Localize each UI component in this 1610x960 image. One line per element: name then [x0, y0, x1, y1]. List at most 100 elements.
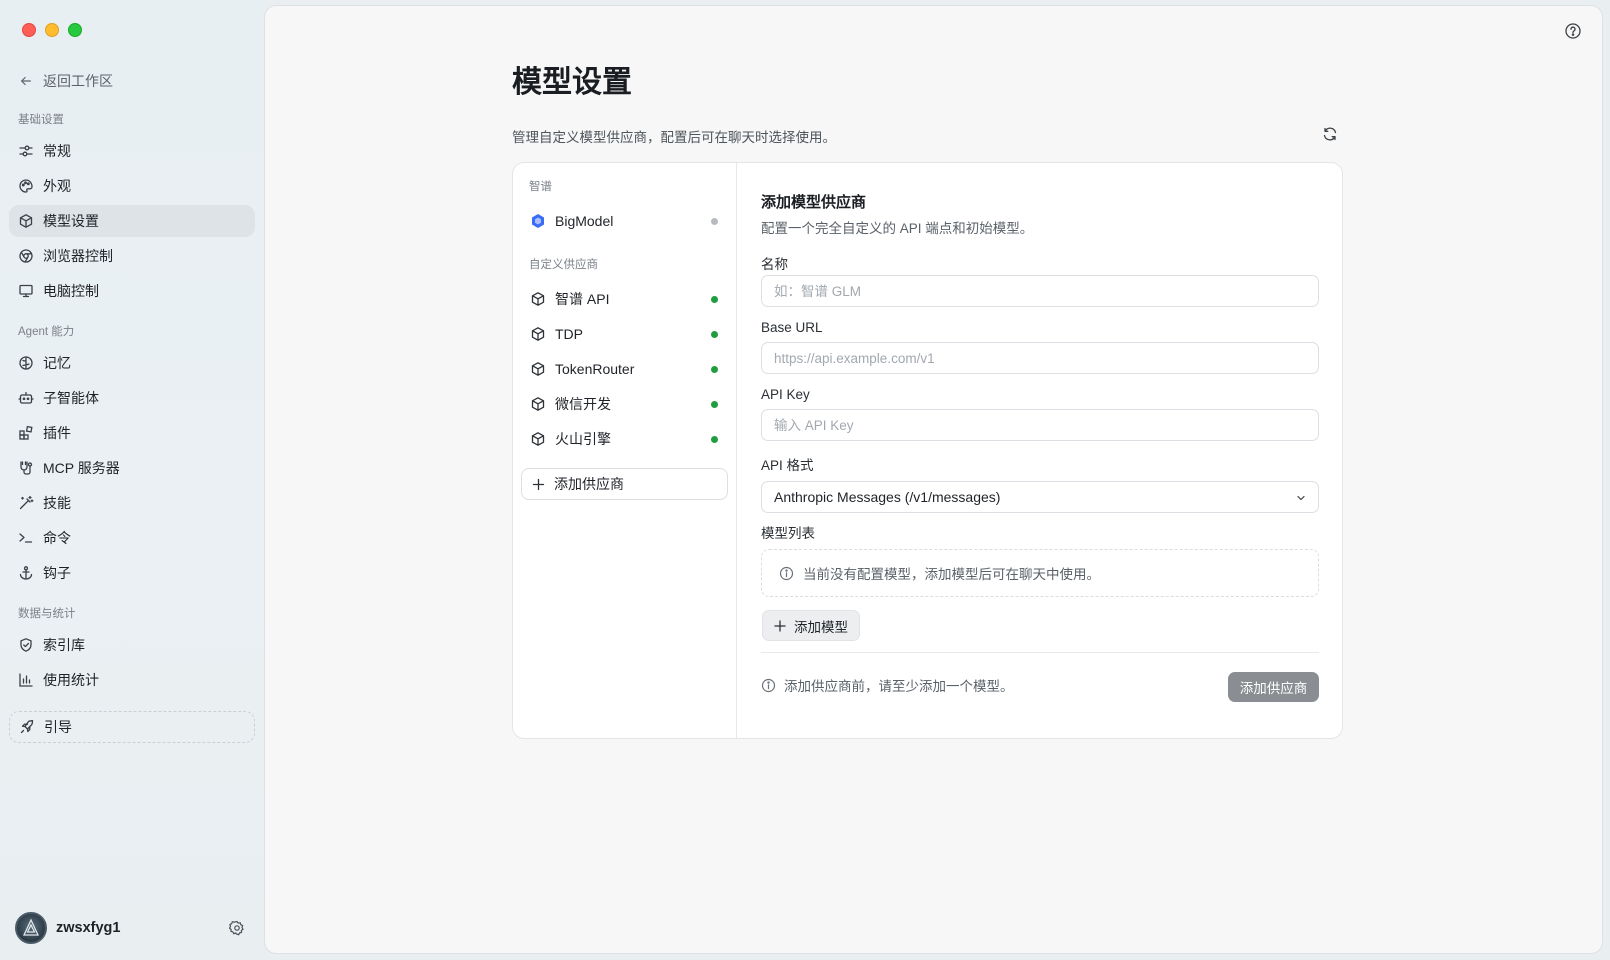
status-dot: [711, 331, 718, 338]
user-name: zwsxfyg1: [56, 920, 121, 936]
section-agent-capabilities: Agent 能力: [18, 326, 75, 338]
provider-item-tdp[interactable]: TDP: [521, 318, 728, 350]
sidebar-item-label: 索引库: [43, 637, 85, 653]
sidebar-item-general[interactable]: 常规: [9, 135, 255, 167]
name-field[interactable]: [761, 275, 1319, 307]
sidebar-item-label: 记忆: [43, 355, 71, 371]
sidebar-item-guide[interactable]: 引导: [9, 711, 255, 743]
add-provider-form: 添加模型供应商 配置一个完全自定义的 API 端点和初始模型。 名称 Base …: [761, 163, 1319, 738]
provider-name: 火山引擎: [555, 431, 611, 447]
sidebar-item-label: 引导: [44, 719, 72, 735]
provider-item-volcengine[interactable]: 火山引擎: [521, 423, 728, 455]
sidebar-item-computer-control[interactable]: 电脑控制: [9, 275, 255, 307]
api-key-label: API Key: [761, 387, 810, 402]
sidebar-item-mcp-servers[interactable]: MCP 服务器: [9, 452, 255, 484]
empty-state-text: 当前没有配置模型，添加模型后可在聊天中使用。: [803, 567, 1100, 582]
api-format-label: API 格式: [761, 458, 814, 473]
sidebar-item-label: 常规: [43, 143, 71, 159]
add-provider-label: 添加供应商: [554, 476, 624, 492]
cube-icon: [19, 214, 33, 228]
bigmodel-logo-icon: [532, 214, 544, 228]
sidebar-item-label: 使用统计: [43, 672, 99, 688]
plus-icon: [774, 619, 786, 632]
status-dot: [711, 436, 718, 443]
sidebar-item-browser-control[interactable]: 浏览器控制: [9, 240, 255, 272]
robot-icon: [18, 391, 34, 404]
name-label: 名称: [761, 257, 788, 272]
palette-icon: [19, 179, 33, 193]
plus-icon: [532, 478, 545, 490]
footer-note-text: 添加供应商前，请至少添加一个模型。: [784, 679, 1014, 694]
info-icon: [779, 566, 794, 580]
provider-item-tokenrouter[interactable]: TokenRouter: [521, 353, 728, 385]
form-title: 添加模型供应商: [761, 194, 867, 211]
info-icon: [761, 678, 776, 692]
sidebar-item-plugins[interactable]: 插件: [9, 417, 255, 449]
close-window-button[interactable]: [22, 23, 36, 37]
browser-icon: [19, 249, 33, 263]
window-controls: [22, 23, 82, 37]
footer-note: 添加供应商前，请至少添加一个模型。: [761, 675, 1014, 695]
provider-panel: 智谱 BigModel 自定义供应商 智谱 API TDP TokenRoute…: [512, 162, 1343, 739]
refresh-icon[interactable]: [1322, 126, 1338, 142]
plug-icon: [20, 461, 33, 475]
settings-window: 模型设置 管理自定义模型供应商，配置后可在聊天时选择使用。 智谱 BigMode…: [264, 5, 1603, 954]
api-key-field[interactable]: [761, 409, 1319, 441]
back-to-workspace-link[interactable]: 返回工作区: [19, 70, 113, 92]
add-provider-submit-button[interactable]: 添加供应商: [1228, 672, 1319, 702]
form-subtitle: 配置一个完全自定义的 API 端点和初始模型。: [761, 221, 1034, 236]
cube-icon: [531, 327, 545, 341]
provider-item-bigmodel[interactable]: BigModel: [521, 205, 728, 237]
sidebar-item-label: 模型设置: [43, 213, 99, 229]
user-profile[interactable]: zwsxfyg1: [15, 912, 245, 944]
sidebar-item-appearance[interactable]: 外观: [9, 170, 255, 202]
base-url-label: Base URL: [761, 320, 823, 335]
api-format-select[interactable]: Anthropic Messages (/v1/messages): [761, 481, 1319, 513]
add-model-label: 添加模型: [794, 619, 848, 635]
sidebar-item-subagents[interactable]: 子智能体: [9, 382, 255, 414]
sliders-icon: [19, 145, 33, 157]
arrow-left-icon: [21, 76, 31, 86]
cube-icon: [531, 292, 545, 306]
sidebar-item-index[interactable]: 索引库: [9, 629, 255, 661]
form-divider: [761, 652, 1319, 653]
provider-group-custom: 自定义供应商: [529, 259, 598, 271]
sidebar-item-commands[interactable]: 命令: [9, 522, 255, 554]
provider-name: 微信开发: [555, 396, 611, 412]
anchor-icon: [19, 566, 33, 580]
sidebar-item-label: 钩子: [43, 565, 71, 581]
sidebar-item-memory[interactable]: 记忆: [9, 347, 255, 379]
sidebar-item-label: MCP 服务器: [43, 460, 120, 476]
cube-icon: [531, 362, 545, 376]
provider-item-zhipu-api[interactable]: 智谱 API: [521, 283, 728, 315]
help-icon[interactable]: [1564, 22, 1582, 40]
monitor-icon: [19, 284, 33, 298]
gear-icon[interactable]: [229, 920, 245, 936]
page-description: 管理自定义模型供应商，配置后可在聊天时选择使用。: [512, 130, 836, 145]
api-format-value: Anthropic Messages (/v1/messages): [774, 489, 1001, 505]
terminal-icon: [19, 533, 33, 543]
provider-name: BigModel: [555, 213, 614, 229]
provider-group-builtin: 智谱: [529, 181, 552, 193]
section-basic-settings: 基础设置: [18, 114, 64, 126]
sidebar-item-usage-stats[interactable]: 使用统计: [9, 664, 255, 696]
sidebar-item-label: 浏览器控制: [43, 248, 113, 264]
page-title: 模型设置: [512, 66, 632, 99]
minimize-window-button[interactable]: [45, 23, 59, 37]
base-url-field[interactable]: [761, 342, 1319, 374]
sidebar-item-skills[interactable]: 技能: [9, 487, 255, 519]
sidebar-item-model-settings[interactable]: 模型设置: [9, 205, 255, 237]
brain-icon: [19, 356, 33, 370]
avatar[interactable]: [15, 912, 47, 944]
add-model-button[interactable]: 添加模型: [762, 610, 860, 641]
status-dot: [711, 296, 718, 303]
provider-item-wechat-dev[interactable]: 微信开发: [521, 388, 728, 420]
sidebar-item-label: 外观: [43, 178, 71, 194]
sidebar-item-label: 插件: [43, 425, 71, 441]
provider-name: 智谱 API: [555, 291, 610, 307]
section-data-stats: 数据与统计: [18, 608, 76, 620]
add-provider-list-button[interactable]: 添加供应商: [521, 468, 728, 500]
sidebar-item-hooks[interactable]: 钩子: [9, 557, 255, 589]
zoom-window-button[interactable]: [68, 23, 82, 37]
cube-icon: [531, 397, 545, 411]
